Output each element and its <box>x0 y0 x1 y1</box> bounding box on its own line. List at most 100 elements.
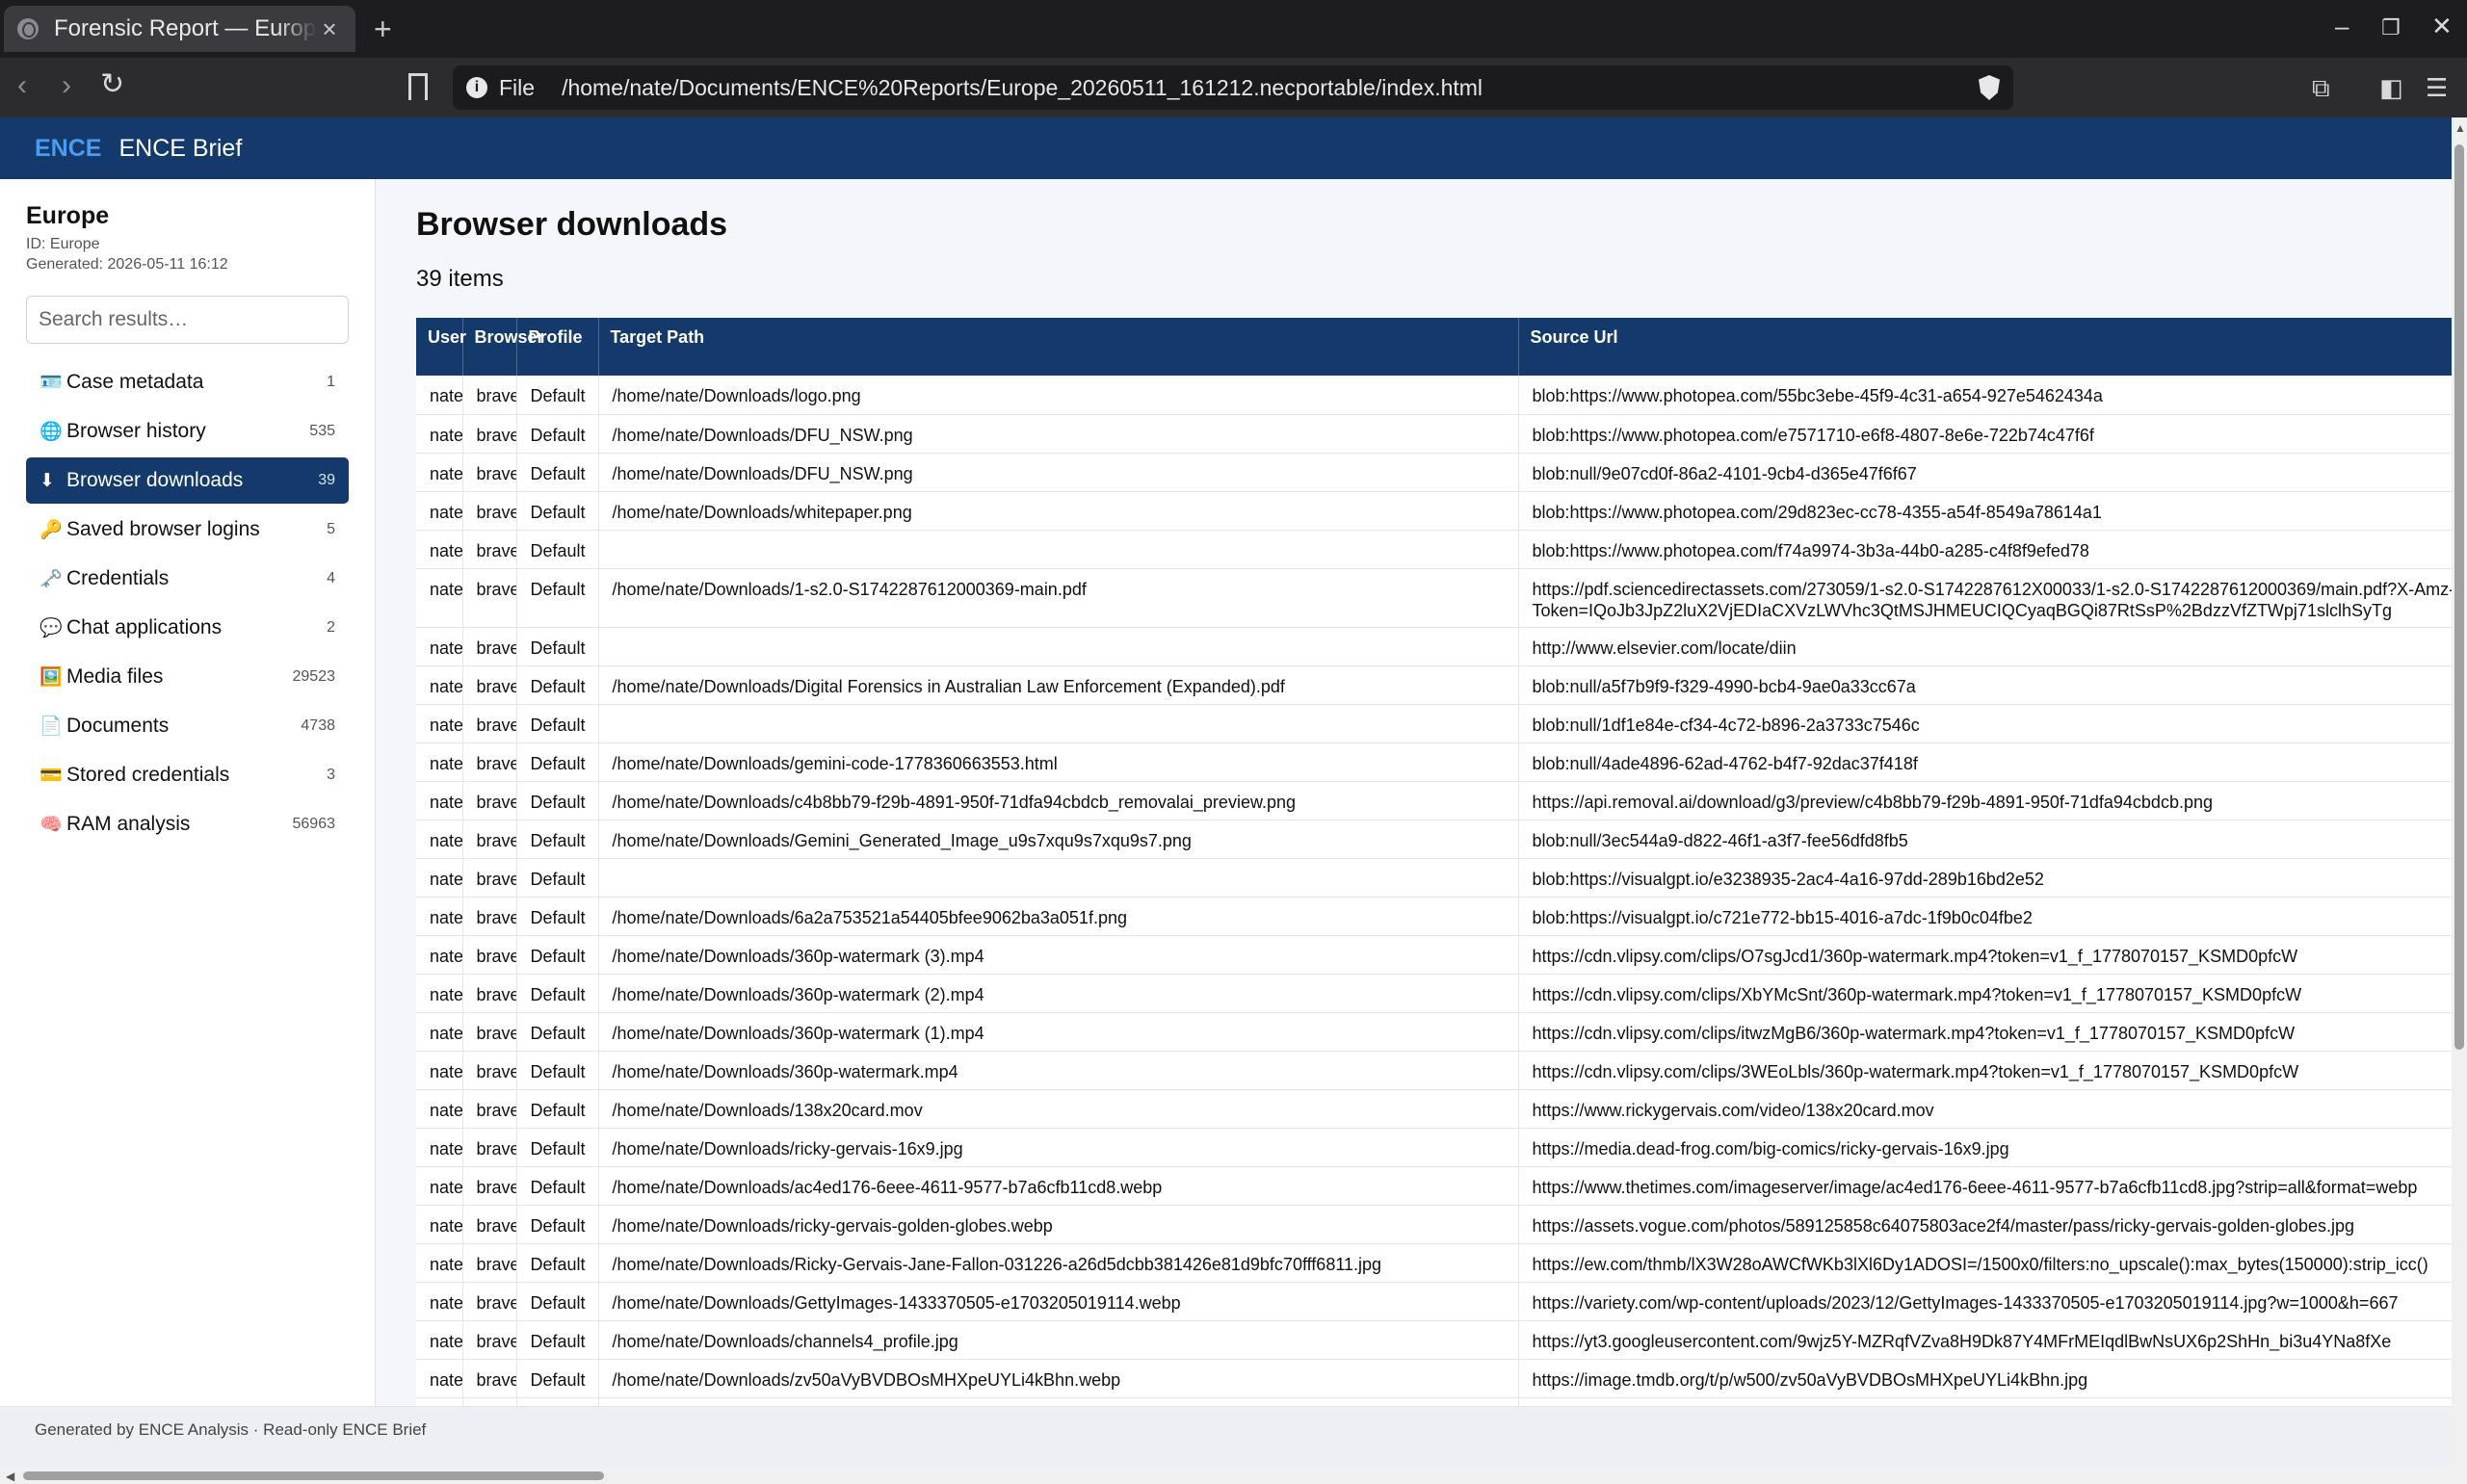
address-bar[interactable]: i File /home/nate/Documents/ENCE%20Repor… <box>453 65 2013 110</box>
table-row[interactable]: nate brave Default/home/nate/Downloads/360… <box>416 935 2452 975</box>
table-row[interactable]: nate brave Default/home/nate/Downloads/138… <box>416 1089 2452 1129</box>
sidebar-item-saved-browser-logins[interactable]: 🔑 Saved browser logins 5 <box>26 507 349 553</box>
vertical-scrollbar[interactable]: ▲ <box>2452 117 2467 1468</box>
table-row[interactable]: nate brave Default blob:https://www.photope… <box>416 530 2452 569</box>
table-row[interactable]: nate brave Default/home/nate/Downloads/Dig… <box>416 665 2452 705</box>
document-icon: 📄 <box>39 716 63 737</box>
browser-tab-active[interactable]: Forensic Report — Europe × <box>4 6 355 52</box>
back-arrow-icon[interactable]: ‹ <box>17 69 27 102</box>
case-title: Europe <box>26 202 110 229</box>
search-input[interactable] <box>26 296 349 344</box>
table-row[interactable]: nate brave Default/home/nate/Downloads/ric… <box>416 1205 2452 1244</box>
table-row[interactable]: nate brave Default/home/nate/Downloads/360… <box>416 974 2452 1013</box>
table-row[interactable]: nate brave Default/home/nate/Downloads/DFU… <box>416 414 2452 454</box>
source-url-cell: blob:https://www.photopea.com/55bc3ebe-4… <box>1518 376 2452 415</box>
user-cell: nate <box>416 1166 463 1206</box>
column-header-source-url[interactable]: Source Url <box>1518 318 2452 376</box>
table-row[interactable]: nate brave Default/home/nate/Downloads/360… <box>416 1051 2452 1090</box>
user-cell: nate <box>416 1243 463 1283</box>
column-header-browser[interactable]: Browser <box>462 318 544 376</box>
user-cell: nate <box>416 1282 463 1321</box>
sidebar-item-browser-history[interactable]: 🌐 Browser history 535 <box>26 408 349 455</box>
info-icon[interactable]: i <box>466 77 487 98</box>
forward-arrow-icon[interactable]: › <box>62 69 71 102</box>
url-scheme-label: File <box>499 74 536 100</box>
target-path-cell: /home/nate/Downloads/Digital Forensics i… <box>598 665 1519 705</box>
close-icon[interactable]: × <box>317 14 342 44</box>
bookmark-icon[interactable] <box>408 73 428 100</box>
sidebar-item-chat-applications[interactable]: 💬 Chat applications 2 <box>26 605 349 651</box>
table-row[interactable]: nate brave Default/home/nate/Downloads/Gem… <box>416 820 2452 859</box>
source-url-cell: blob:null/9e07cd0f-86a2-4101-9cb4-d365e4… <box>1518 453 2452 492</box>
sidebar-item-credentials[interactable]: 🗝️ Credentials 4 <box>26 556 349 602</box>
sidebar-item-stored-credentials[interactable]: 💳 Stored credentials 3 <box>26 752 349 798</box>
table-row[interactable]: nate brave Default/home/nate/Downloads/cha… <box>416 1320 2452 1360</box>
sidebar-item-label: Media files <box>66 665 164 688</box>
target-path-cell: /home/nate/Downloads/whitepaper.png <box>598 491 1519 531</box>
browser-cell: brave <box>462 1012 517 1052</box>
table-row[interactable]: nate brave Default blob:null/1df1e84e-cf34-… <box>416 704 2452 743</box>
shield-icon[interactable] <box>1979 75 2000 100</box>
table-row[interactable]: nate brave Default/home/nate/Downloads/DFU… <box>416 453 2452 492</box>
credit-card-icon: 💳 <box>39 766 63 786</box>
chat-bubble-icon: 💬 <box>39 618 63 638</box>
sidebar-item-label: Browser downloads <box>66 469 244 491</box>
table-row[interactable]: nate brave Default/home/nate/Downloads/ac4… <box>416 1166 2452 1206</box>
target-path-cell: /home/nate/Downloads/ac4ed176-6eee-4611-… <box>598 1166 1519 1206</box>
target-path-cell: /home/nate/Downloads/6a2a753521a54405bfe… <box>598 897 1519 936</box>
target-path-cell: /home/nate/Downloads/DFU_NSW.png <box>598 453 1519 492</box>
table-row[interactable]: nate brave Default blob:https://visualgpt.i… <box>416 858 2452 898</box>
sidebar-item-documents[interactable]: 📄 Documents 4738 <box>26 703 349 749</box>
sidebar-item-count: 2 <box>327 619 335 636</box>
sidebar-toggle-icon[interactable]: ◧ <box>2379 73 2403 103</box>
table-row[interactable]: nate brave Default/home/nate/Downloads/6a2… <box>416 897 2452 936</box>
profile-cell: Default <box>516 974 599 1013</box>
sidebar-item-count: 1 <box>327 374 335 390</box>
source-url-cell: blob:https://www.photopea.com/e7571710-e… <box>1518 414 2452 454</box>
restore-icon[interactable]: ❐ <box>2381 15 2401 40</box>
table-row[interactable]: nate brave Default/home/nate/Downloads/zv5… <box>416 1359 2452 1398</box>
table-row[interactable]: nate brave Default/home/nate/Downloads/ric… <box>416 1128 2452 1167</box>
vertical-scroll-thumb[interactable] <box>2454 144 2464 1050</box>
scroll-left-arrow-icon[interactable]: ◀ <box>6 1470 14 1483</box>
sidebar-item-case-metadata[interactable]: 🪪 Case metadata 1 <box>26 359 349 405</box>
scroll-up-arrow-icon[interactable]: ▲ <box>2454 121 2466 135</box>
window-close-icon[interactable]: ✕ <box>2431 12 2453 41</box>
user-cell: nate <box>416 820 463 859</box>
horizontal-scrollbar[interactable]: ◀ <box>0 1468 2467 1484</box>
target-path-cell <box>598 530 1519 569</box>
brain-icon: 🧠 <box>39 815 63 835</box>
table-row[interactable]: nate brave Default/home/nate/Downloads/360… <box>416 1012 2452 1052</box>
table-row[interactable]: natebraveDefault/home/nate/Downloads/Ric… <box>416 1243 2452 1283</box>
screen-capture-icon[interactable]: ⧉ <box>2312 73 2330 104</box>
table-row[interactable]: nate brave Default/home/nate/Downloads/whi… <box>416 491 2452 531</box>
sidebar-item-ram-analysis[interactable]: 🧠 RAM analysis 56963 <box>26 801 349 847</box>
profile-cell: Default <box>516 1166 599 1206</box>
sidebar-item-media-files[interactable]: 🖼️ Media files 29523 <box>26 654 349 700</box>
table-row[interactable]: nate brave Default/home/nate/Downloads/gem… <box>416 742 2452 782</box>
menu-hamburger-icon[interactable]: ☰ <box>2426 73 2448 103</box>
reload-icon[interactable]: ↻ <box>100 67 124 101</box>
sidebar-item-label: Saved browser logins <box>66 518 260 540</box>
minimize-icon[interactable]: – <box>2335 12 2349 41</box>
user-cell: nate <box>416 1359 463 1398</box>
source-url-cell: https://cdn.vlipsy.com/clips/O7sgJcd1/36… <box>1518 935 2452 975</box>
sidebar-item-browser-downloads[interactable]: ⬇ Browser downloads 39 <box>26 457 349 504</box>
horizontal-scroll-thumb[interactable] <box>23 1471 604 1480</box>
table-row[interactable]: nate brave Default/home/nate/Downloads/log… <box>416 376 2452 415</box>
table-row[interactable]: nate brave Default http://www.elsevier.com/… <box>416 627 2452 666</box>
browser-cell: brave <box>462 974 517 1013</box>
profile-cell: Default <box>516 858 599 898</box>
table-row[interactable]: nate brave Default/home/nate/Downloads/1-s… <box>416 568 2452 628</box>
column-header-target-path[interactable]: Target Path <box>598 318 1519 376</box>
user-cell: nate <box>416 491 463 531</box>
profile-cell: Default <box>516 491 599 531</box>
column-header-user[interactable]: User <box>416 318 466 376</box>
url-text[interactable]: /home/nate/Documents/ENCE%20Reports/Euro… <box>562 75 1483 101</box>
source-url-cell: blob:https://visualgpt.io/c721e772-bb15-… <box>1518 897 2452 936</box>
new-tab-plus-icon[interactable]: + <box>374 12 392 47</box>
user-cell: nate <box>416 627 463 666</box>
column-header-profile[interactable]: Profile <box>516 318 599 376</box>
table-row[interactable]: nate brave Default/home/nate/Downloads/c4b… <box>416 781 2452 820</box>
table-row[interactable]: nate brave Default/home/nate/Downloads/Get… <box>416 1282 2452 1321</box>
